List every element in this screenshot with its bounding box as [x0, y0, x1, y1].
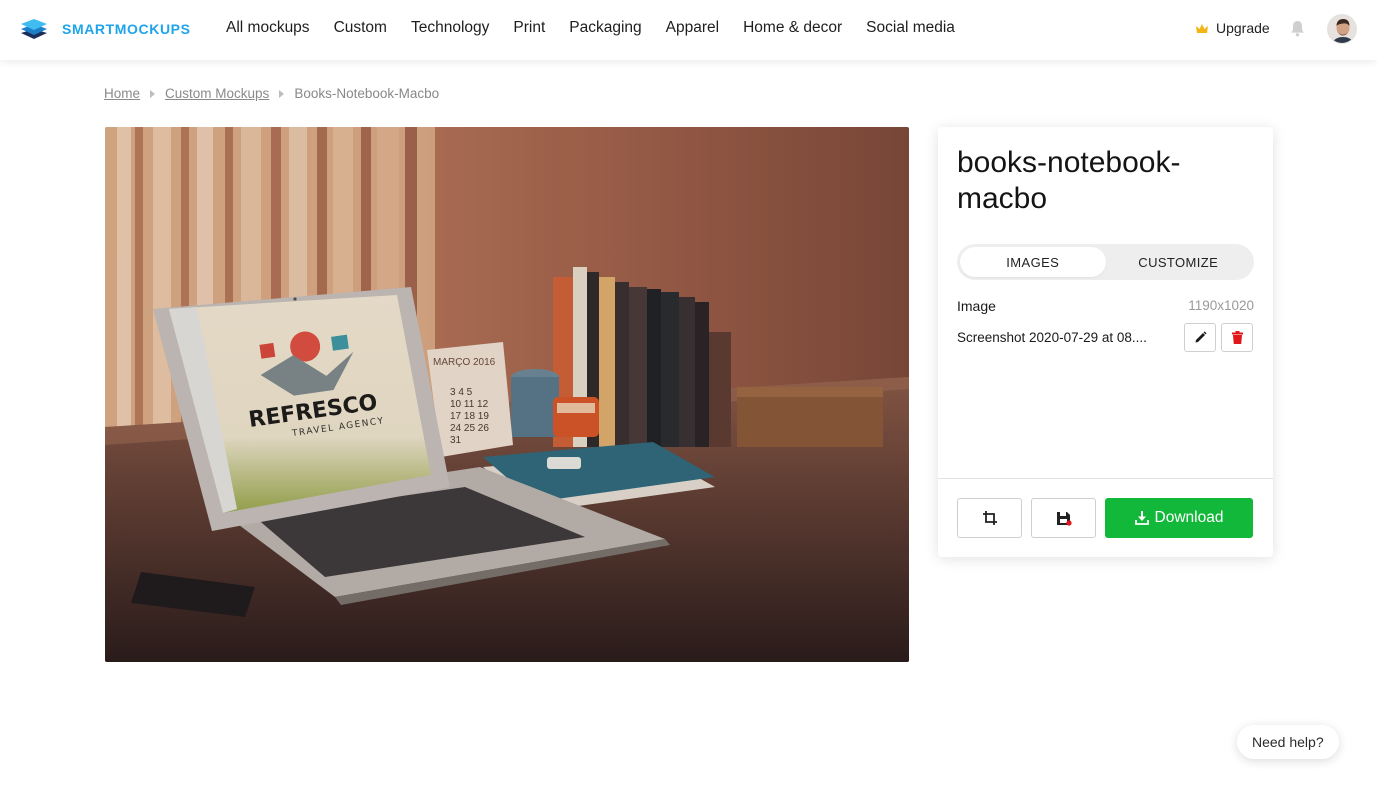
uploaded-file-name: Screenshot 2020-07-29 at 08....	[957, 330, 1147, 345]
layers-logo-icon	[21, 19, 47, 39]
breadcrumb-home-link[interactable]: Home	[104, 86, 140, 101]
upgrade-label: Upgrade	[1216, 20, 1270, 36]
breadcrumb: Home Custom Mockups Books-Notebook-Macbo	[104, 86, 439, 101]
nav-print[interactable]: Print	[513, 19, 545, 37]
nav-packaging[interactable]: Packaging	[569, 19, 641, 37]
download-icon	[1134, 511, 1149, 525]
breadcrumb-custom-mockups-link[interactable]: Custom Mockups	[165, 86, 269, 101]
mockup-preview-image: MARÇO 2016 3 4 5 10 11 12 17 18 19 24 25…	[105, 127, 909, 662]
mockup-title: books-notebook-macbo	[957, 146, 1181, 215]
breadcrumb-current: Books-Notebook-Macbo	[294, 86, 440, 101]
breadcrumb-separator-icon	[150, 89, 156, 98]
image-dimensions: 1190x1020	[1188, 298, 1254, 313]
nav-home-decor[interactable]: Home & decor	[743, 19, 842, 37]
nav-all-mockups[interactable]: All mockups	[226, 19, 310, 37]
brand-logo[interactable]: SMARTMOCKUPS	[20, 18, 191, 40]
trash-icon	[1231, 331, 1243, 344]
user-avatar[interactable]	[1327, 14, 1357, 44]
panel-divider	[938, 478, 1273, 479]
nav-social-media[interactable]: Social media	[866, 19, 955, 37]
save-icon	[1056, 511, 1072, 526]
download-button[interactable]: Download	[1105, 498, 1253, 538]
panel-tabs: IMAGES CUSTOMIZE	[957, 244, 1254, 280]
edit-image-button[interactable]	[1184, 323, 1216, 352]
crown-icon	[1196, 23, 1208, 33]
download-label: Download	[1154, 509, 1224, 526]
pencil-icon	[1195, 331, 1207, 343]
delete-image-button[interactable]	[1221, 323, 1253, 352]
nav-technology[interactable]: Technology	[411, 19, 489, 37]
top-navigation-bar: SMARTMOCKUPS All mockups Custom Technolo…	[0, 0, 1377, 60]
nav-custom[interactable]: Custom	[334, 19, 387, 37]
nav-apparel[interactable]: Apparel	[666, 19, 719, 37]
mockup-details-panel: books-notebook-macbo IMAGES CUSTOMIZE Im…	[938, 127, 1273, 557]
save-button[interactable]	[1031, 498, 1096, 538]
upgrade-button[interactable]: Upgrade	[1195, 20, 1270, 36]
tab-images[interactable]: IMAGES	[960, 247, 1106, 277]
bell-icon[interactable]	[1290, 20, 1305, 37]
breadcrumb-separator-icon	[279, 89, 285, 98]
main-nav: All mockups Custom Technology Print Pack…	[226, 19, 955, 37]
crop-icon	[982, 511, 997, 525]
tab-customize[interactable]: CUSTOMIZE	[1106, 247, 1252, 277]
brand-name: SMARTMOCKUPS	[62, 21, 191, 37]
need-help-button[interactable]: Need help?	[1237, 725, 1339, 759]
image-label: Image	[957, 298, 996, 314]
crop-button[interactable]	[957, 498, 1022, 538]
